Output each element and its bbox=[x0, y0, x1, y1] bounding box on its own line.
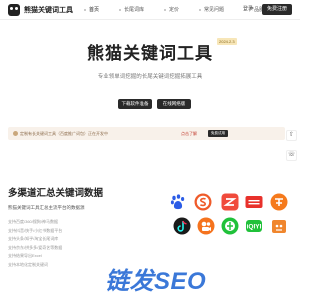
nav-item-faq[interactable]: 常见问题 bbox=[199, 6, 224, 13]
nav-item-pricing[interactable]: 定价 bbox=[164, 6, 179, 13]
section-subtitle: 熊猫关键词工具汇总主流平台的数据源 bbox=[8, 205, 85, 210]
baidu-icon bbox=[169, 193, 187, 211]
headset-icon: ☏ bbox=[287, 152, 296, 158]
toutiao-icon bbox=[245, 193, 263, 211]
taobao-icon bbox=[270, 193, 288, 211]
list-item: 支持本地化定制关键词 bbox=[8, 261, 48, 267]
ant-icon bbox=[270, 217, 288, 235]
douyin-icon bbox=[173, 217, 191, 235]
side-up-button[interactable]: ⇧ bbox=[286, 130, 297, 141]
watermark-text: 链发SEO bbox=[105, 268, 207, 295]
list-item: 支持抖音/快手/小红书数据平台 bbox=[8, 227, 63, 233]
sogou-icon bbox=[194, 193, 212, 211]
logo-text: 熊猫关键词工具 bbox=[24, 7, 73, 14]
list-item: 支持百度/360/搜狗/神马数据 bbox=[8, 219, 59, 224]
iqiyi-icon: iQIYI bbox=[245, 217, 263, 235]
feature-list: 支持百度/360/搜狗/神马数据 支持抖音/快手/小红书数据平台 支持头条/知乎… bbox=[8, 219, 62, 270]
info-icon bbox=[13, 131, 18, 136]
main-nav: 首页 长尾词库 定价 常见问题 产品服务 bbox=[84, 6, 289, 13]
top-header: 熊猫关键词工具 首页 长尾词库 定价 常见问题 产品服务 登录 免费注册 bbox=[0, 0, 300, 20]
version-badge: 2024.2.3 bbox=[217, 38, 237, 45]
hero-title: 熊猫关键词工具 bbox=[87, 44, 213, 63]
notice-trial-button[interactable]: 免费试用 bbox=[208, 130, 228, 137]
notice-text: 定制有长关键词工具（百度推广词包）正在开发中 bbox=[20, 131, 108, 136]
nav-item-longtail[interactable]: 长尾词库 bbox=[119, 6, 144, 13]
notice-bar: 定制有长关键词工具（百度推广词包）正在开发中 点击了解 免费试用 bbox=[8, 127, 285, 140]
panda-logo-icon bbox=[8, 4, 20, 16]
nav-item-home[interactable]: 首页 bbox=[84, 6, 99, 13]
shenma-icon bbox=[221, 193, 239, 211]
site-logo[interactable]: 熊猫关键词工具 bbox=[8, 4, 73, 16]
svg-text:iQIYI: iQIYI bbox=[247, 224, 262, 231]
list-item: 支持京东/拼多多/爱奇艺等数据 bbox=[8, 244, 63, 250]
list-item: 支持头条/知乎/淘宝长尾词库 bbox=[8, 236, 59, 241]
list-item: 支持结果导出Excel bbox=[8, 253, 42, 258]
hero-subtitle: 专业领单词挖掘的长尾关键词挖掘拓展工具 bbox=[97, 74, 203, 80]
arrow-up-icon: ⇧ bbox=[288, 132, 295, 138]
section-title: 多渠道汇总关键词数据 bbox=[8, 188, 104, 199]
free-register-button[interactable]: 免费注册 bbox=[262, 4, 292, 15]
side-service-button[interactable]: ☏ bbox=[286, 150, 297, 161]
kuaishou-icon bbox=[197, 217, 215, 235]
xiaohongshu-icon bbox=[221, 217, 239, 235]
notice-link[interactable]: 点击了解 bbox=[181, 131, 197, 137]
online-version-button[interactable]: 在线网络版 bbox=[157, 99, 191, 109]
login-link[interactable]: 登录 bbox=[243, 5, 253, 12]
download-button[interactable]: 下载软件准备 bbox=[118, 99, 152, 109]
